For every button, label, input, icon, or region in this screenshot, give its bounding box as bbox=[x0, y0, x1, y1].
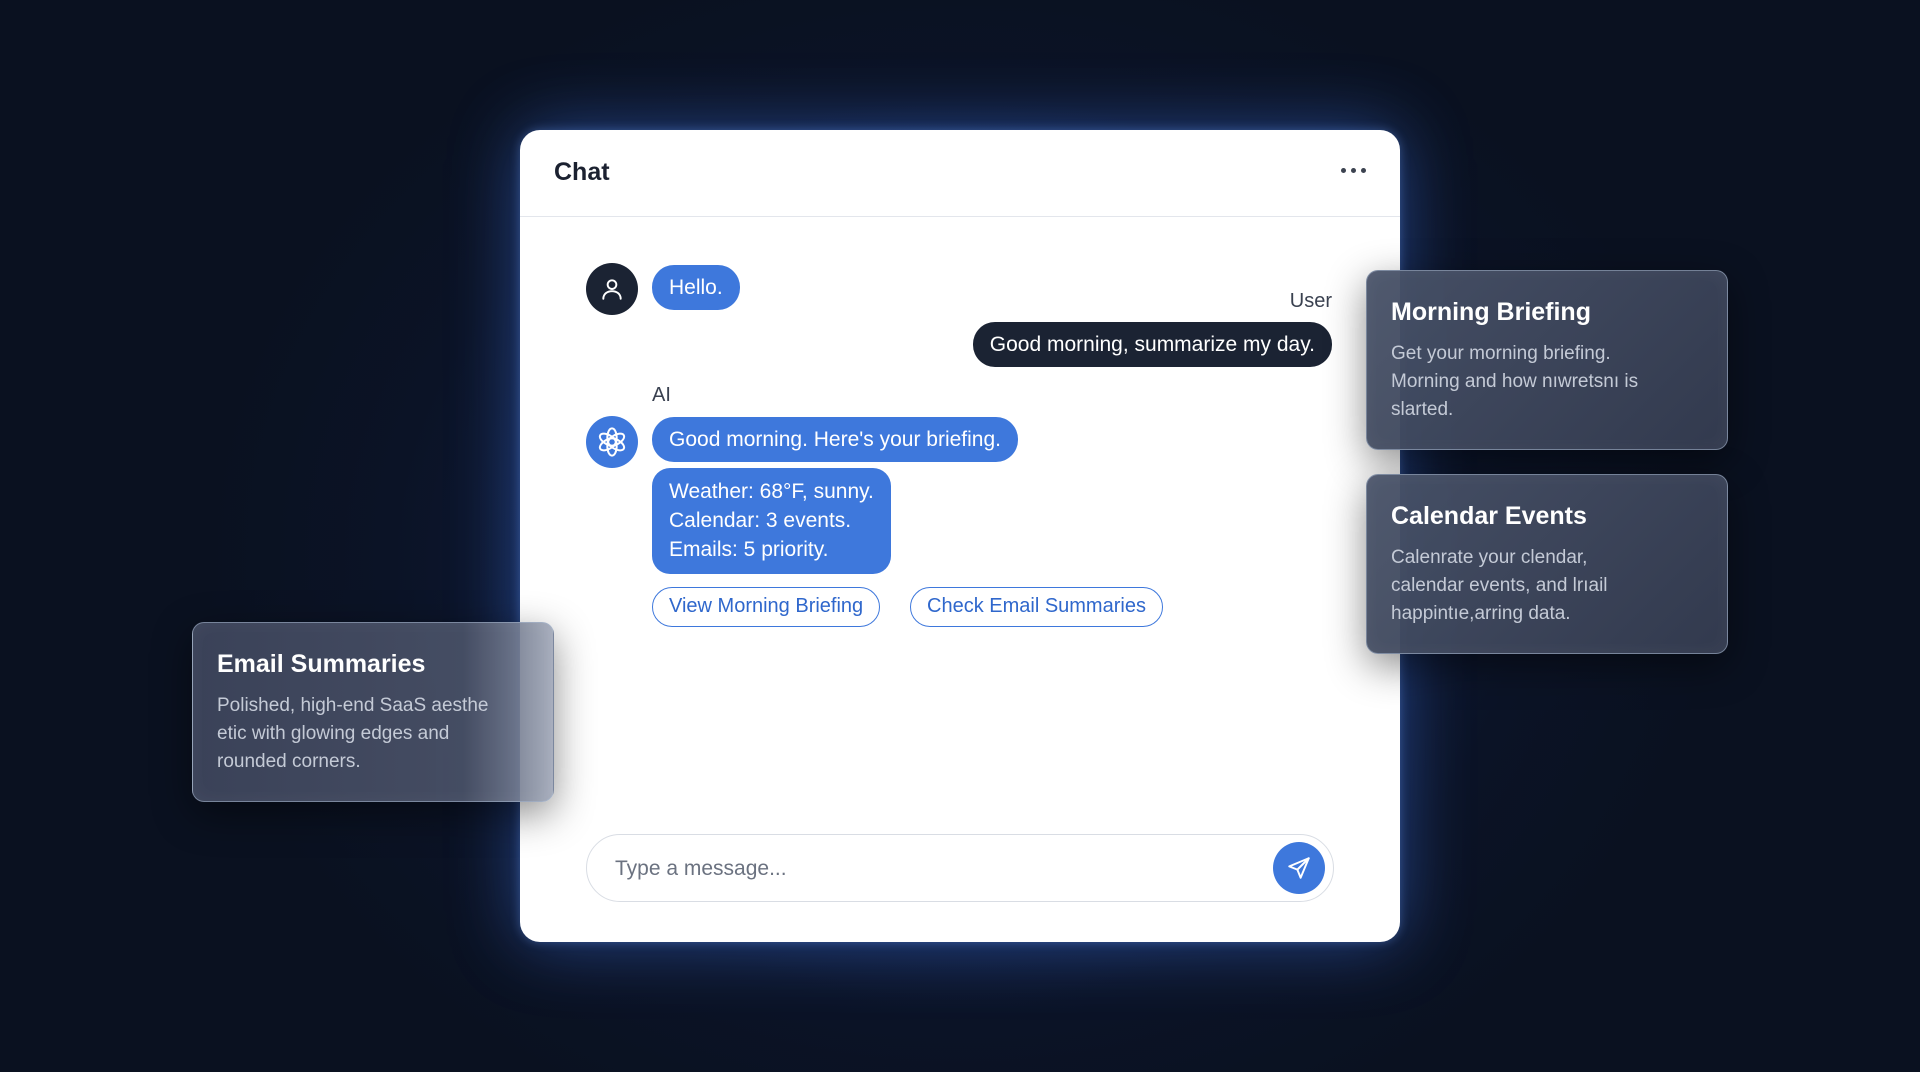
user-message-hello: Hello. bbox=[652, 265, 740, 310]
ai-detail-calendar: Calendar: 3 events. bbox=[669, 509, 852, 532]
card-title: Calendar Events bbox=[1391, 502, 1587, 530]
user-icon bbox=[602, 279, 622, 300]
user-avatar bbox=[586, 263, 638, 315]
view-morning-briefing-button[interactable]: View Morning Briefing bbox=[652, 587, 881, 627]
card-line: Polished, high-end SaaS aesthe bbox=[217, 695, 489, 716]
email-summaries-card: Email Summaries Polished, high-end SaaS … bbox=[192, 622, 554, 802]
user-role-label: User bbox=[1289, 290, 1332, 312]
ai-logo-icon bbox=[598, 427, 626, 457]
card-line: slarted. bbox=[1391, 399, 1454, 420]
card-body: Calenrate your clendar, calendar events,… bbox=[1391, 544, 1703, 628]
more-dot bbox=[1351, 168, 1356, 173]
ai-avatar bbox=[586, 416, 638, 468]
user-message-request: Good morning, summarize my day. bbox=[972, 322, 1332, 367]
ai-message-details: Weather: 68°F, sunny. Calendar: 3 events… bbox=[652, 468, 891, 574]
card-body: Get your morning briefing. Morning and h… bbox=[1391, 340, 1703, 424]
card-line: happintıe,arring data. bbox=[1391, 603, 1571, 624]
card-line: Get your morning briefing. bbox=[1391, 343, 1611, 364]
card-line: Morning and how nıwretsnı is bbox=[1391, 371, 1639, 392]
card-body: Polished, high-end SaaS aesthe etic with… bbox=[217, 692, 529, 776]
send-icon bbox=[1288, 857, 1310, 879]
chat-title: Chat bbox=[554, 158, 610, 186]
check-email-summaries-button[interactable]: Check Email Summaries bbox=[910, 587, 1163, 627]
more-options-icon[interactable] bbox=[1341, 168, 1366, 173]
message-composer bbox=[586, 834, 1334, 902]
ai-role-label: AI bbox=[652, 384, 671, 406]
send-button[interactable] bbox=[1273, 842, 1325, 894]
ai-message-greeting: Good morning. Here's your briefing. bbox=[652, 417, 1019, 462]
card-title: Email Summaries bbox=[217, 650, 426, 678]
chat-header: Chat bbox=[520, 130, 1400, 217]
calendar-events-card: Calendar Events Calenrate your clendar, … bbox=[1366, 474, 1728, 654]
card-line: Calenrate your clendar, bbox=[1391, 547, 1588, 568]
message-input[interactable] bbox=[613, 849, 1237, 889]
morning-briefing-card: Morning Briefing Get your morning briefi… bbox=[1366, 270, 1728, 450]
card-line: rounded corners. bbox=[217, 751, 361, 772]
card-line: calendar events, and lrıail bbox=[1391, 575, 1608, 596]
ai-detail-weather: Weather: 68°F, sunny. bbox=[669, 480, 874, 503]
card-title: Morning Briefing bbox=[1391, 298, 1591, 326]
more-dot bbox=[1341, 168, 1346, 173]
card-line: etic with glowing edges and bbox=[217, 723, 450, 744]
more-dot bbox=[1361, 168, 1366, 173]
chat-window: Chat Hello. User Good morning, summarize… bbox=[520, 130, 1400, 942]
ai-detail-emails: Emails: 5 priority. bbox=[669, 538, 829, 561]
